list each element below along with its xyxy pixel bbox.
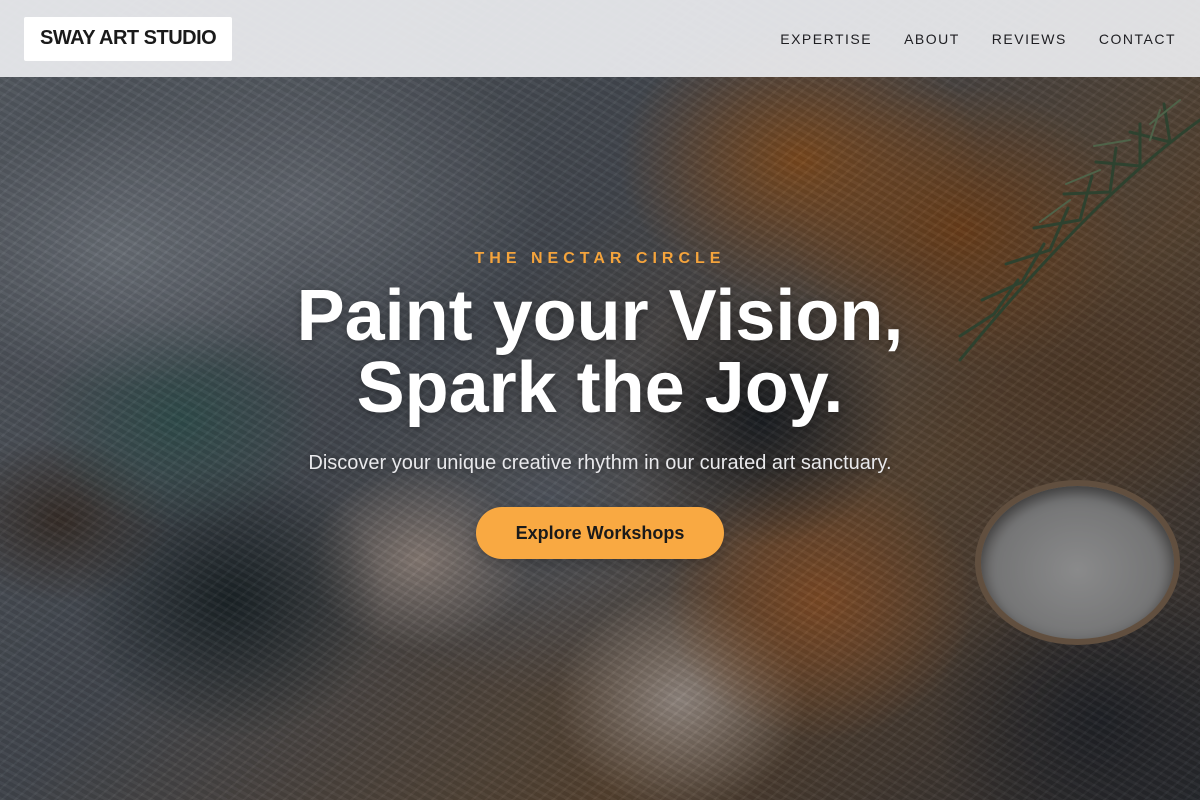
headline-line-2: Spark the Joy. <box>356 348 844 428</box>
hero-headline: Paint your Vision, Spark the Joy. <box>297 280 904 424</box>
hero-eyebrow: THE NECTAR CIRCLE <box>474 250 726 267</box>
hero-subheadline: Discover your unique creative rhythm in … <box>308 452 892 474</box>
headline-line-1: Paint your Vision, <box>296 276 904 356</box>
hero-section: THE NECTAR CIRCLE Paint your Vision, Spa… <box>0 0 1200 800</box>
explore-workshops-button[interactable]: Explore Workshops <box>476 507 724 559</box>
